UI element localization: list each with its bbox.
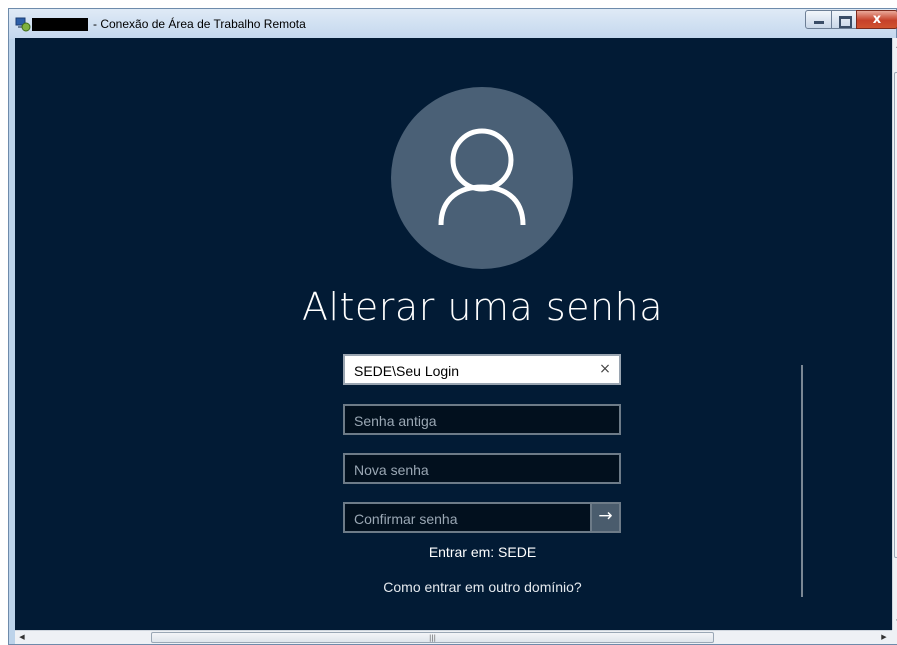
arrow-right-icon: → <box>598 506 613 526</box>
new-password-field[interactable] <box>343 453 621 484</box>
user-avatar <box>391 87 573 269</box>
page-title: Alterar uma senha <box>301 285 664 329</box>
scroll-down-arrow-icon[interactable]: ▼ <box>893 615 897 629</box>
vertical-scrollbar[interactable]: ▲ ≡ ▼ <box>892 38 897 630</box>
minimize-button[interactable] <box>805 10 832 29</box>
scroll-left-arrow-icon[interactable]: ◀ <box>15 631 29 644</box>
scroll-up-arrow-icon[interactable]: ▲ <box>893 38 897 52</box>
signin-domain-text: Entrar em: SEDE <box>428 544 537 560</box>
user-icon <box>438 128 526 226</box>
grip-icon: ||| <box>428 634 437 642</box>
close-icon: x <box>872 12 882 27</box>
vertical-divider <box>801 365 803 597</box>
new-password-input[interactable] <box>352 459 586 481</box>
redacted-computer-name <box>32 18 88 31</box>
window-title: - Conexão de Área de Trabalho Remota <box>93 17 306 31</box>
remote-session-screen: Alterar uma senha × → Entrar em: SEDE Co… <box>15 38 892 630</box>
close-button[interactable]: x <box>856 10 897 29</box>
username-input[interactable] <box>352 360 586 382</box>
remote-desktop-window: - Conexão de Área de Trabalho Remota x A… <box>8 8 897 645</box>
resize-grip-icon[interactable] <box>892 630 897 644</box>
old-password-field[interactable] <box>343 404 621 435</box>
submit-button[interactable]: → <box>590 502 621 533</box>
scroll-right-arrow-icon[interactable]: ▶ <box>877 631 891 644</box>
confirm-password-field[interactable]: → <box>343 502 621 533</box>
confirm-password-input[interactable] <box>352 508 586 530</box>
username-field[interactable]: × <box>343 354 621 385</box>
other-domain-link[interactable]: Como entrar em outro domínio? <box>15 579 892 595</box>
clear-button[interactable]: × <box>595 359 615 379</box>
title-bar[interactable]: - Conexão de Área de Trabalho Remota x <box>9 9 897 39</box>
close-icon: × <box>599 361 611 377</box>
horizontal-scrollbar[interactable]: ◀ ||| ▶ <box>15 630 892 644</box>
remote-desktop-icon <box>15 17 31 32</box>
maximize-button[interactable] <box>831 10 857 29</box>
horizontal-scroll-thumb[interactable]: ||| <box>151 632 714 643</box>
old-password-input[interactable] <box>352 410 586 432</box>
